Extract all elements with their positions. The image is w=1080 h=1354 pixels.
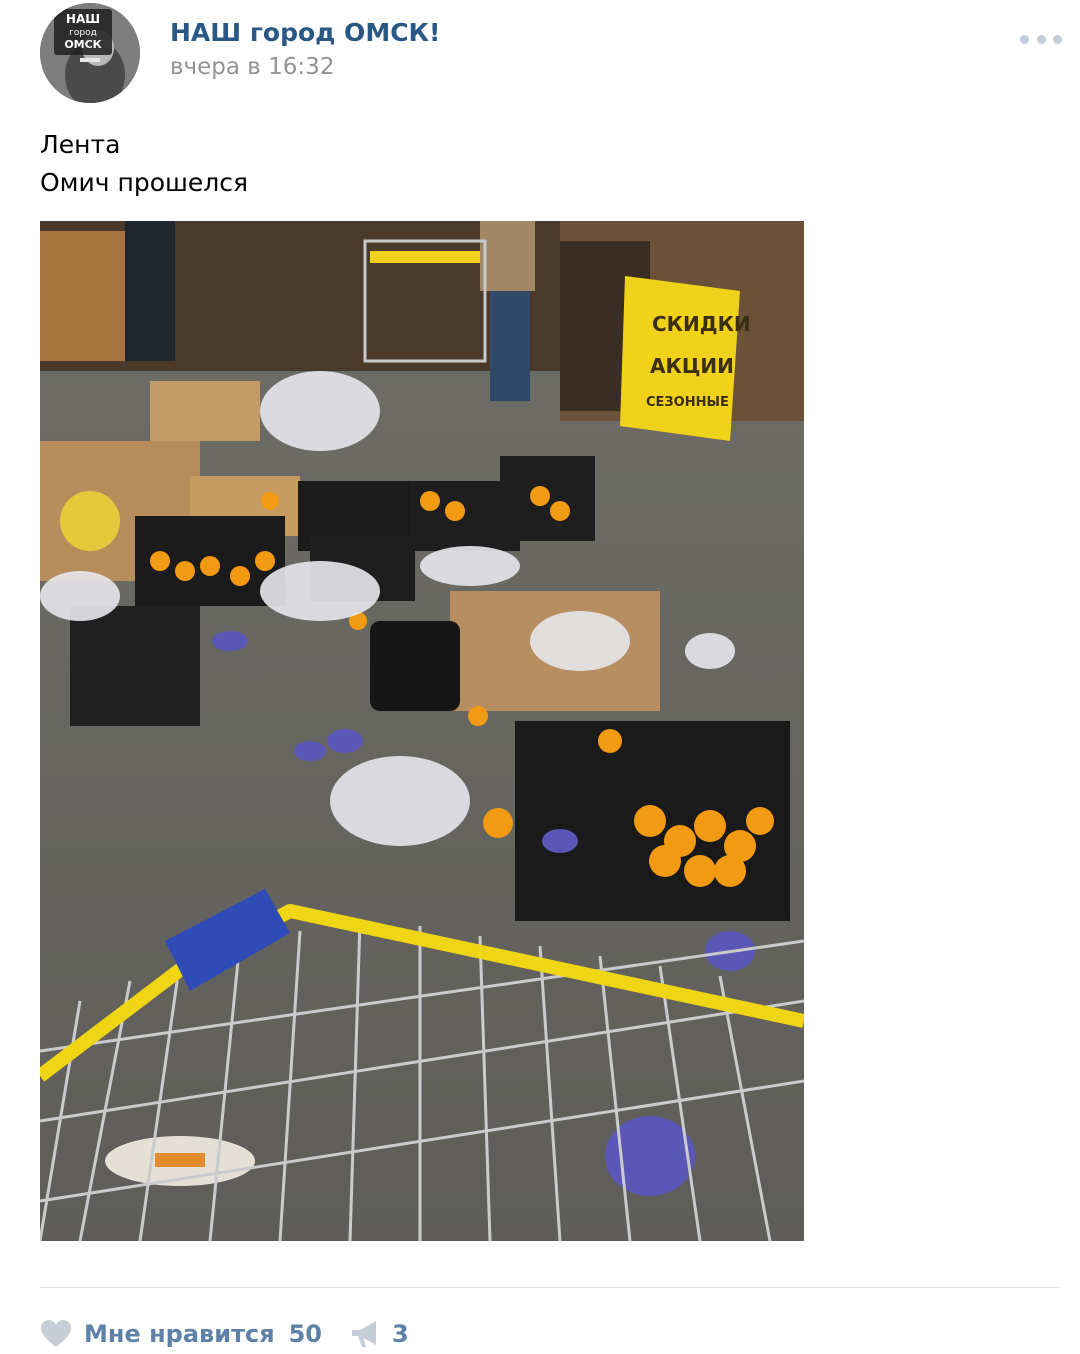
post-text-line-2: Омич прошелся — [40, 168, 249, 197]
post-text: Лента Омич прошелся — [40, 126, 248, 202]
avatar-text-1: НАШ — [66, 12, 100, 26]
post-time[interactable]: вчера в 16:32 — [170, 54, 334, 80]
group-name-link[interactable]: НАШ город ОМСК! — [170, 18, 440, 47]
more-dot — [1053, 34, 1062, 44]
post-text-line-1: Лента — [40, 130, 121, 159]
avatar-text-3: ОМСК — [64, 38, 101, 51]
heart-icon — [41, 1320, 71, 1347]
group-avatar[interactable]: НАШ город ОМСК — [40, 3, 140, 103]
post-divider — [40, 1287, 1060, 1288]
more-dot — [1020, 34, 1029, 44]
avatar-image: НАШ город ОМСК — [40, 3, 140, 103]
avatar-text-2: город — [69, 28, 97, 38]
like-label: Мне нравится — [84, 1320, 275, 1348]
share-count: 3 — [392, 1320, 409, 1348]
share-button[interactable]: 3 — [350, 1316, 409, 1352]
photo-image: СКИДКИ АКЦИИ СЕЗОННЫЕ — [40, 221, 804, 1241]
photo-sign-1: СКИДКИ — [652, 312, 751, 336]
photo-sign-3: СЕЗОННЫЕ — [646, 395, 729, 410]
more-dots-icon[interactable] — [1020, 32, 1062, 46]
megaphone-icon — [352, 1321, 376, 1347]
photo-sign-2: АКЦИИ — [650, 354, 734, 378]
post-photo[interactable]: СКИДКИ АКЦИИ СЕЗОННЫЕ — [40, 221, 804, 1241]
like-button[interactable]: Мне нравится 50 — [40, 1316, 322, 1352]
wall-post: НАШ город ОМСК НАШ город ОМСК! вчера в 1… — [0, 0, 1080, 1354]
more-dot — [1036, 34, 1046, 44]
like-count: 50 — [288, 1320, 323, 1348]
